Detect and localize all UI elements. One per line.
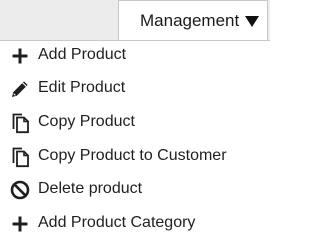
plus-icon (9, 44, 31, 68)
management-dropdown-button[interactable]: Management (118, 0, 268, 40)
menu-item-label: Add Product (38, 46, 127, 63)
menu-item-label: Edit Product (38, 79, 126, 96)
menu-item-copy-product-to-customer[interactable]: Copy Product to Customer (0, 142, 270, 172)
menu-item-delete-product[interactable]: Delete product (0, 175, 270, 205)
menu-item-copy-product[interactable]: Copy Product (0, 108, 270, 138)
menu-item-label: Copy Product to Customer (38, 147, 227, 164)
plus-icon (9, 212, 31, 236)
menu-item-label: Copy Product (38, 113, 135, 130)
management-menu: Add Product Edit Product Copy Product Co… (0, 40, 270, 240)
management-label: Management (140, 10, 240, 30)
menu-item-add-product[interactable]: Add Product (0, 41, 270, 71)
copy-icon (9, 145, 31, 169)
menu-item-edit-product[interactable]: Edit Product (0, 74, 270, 104)
menu-item-label: Delete product (38, 180, 143, 197)
caret-down-icon (245, 16, 260, 27)
prohibited-icon (9, 178, 31, 202)
menu-item-label: Add Product Category (38, 214, 196, 231)
pencil-icon (9, 77, 31, 101)
menu-item-add-product-category[interactable]: Add Product Category (0, 209, 270, 239)
copy-icon (9, 111, 31, 135)
top-bar: Management (0, 0, 270, 41)
